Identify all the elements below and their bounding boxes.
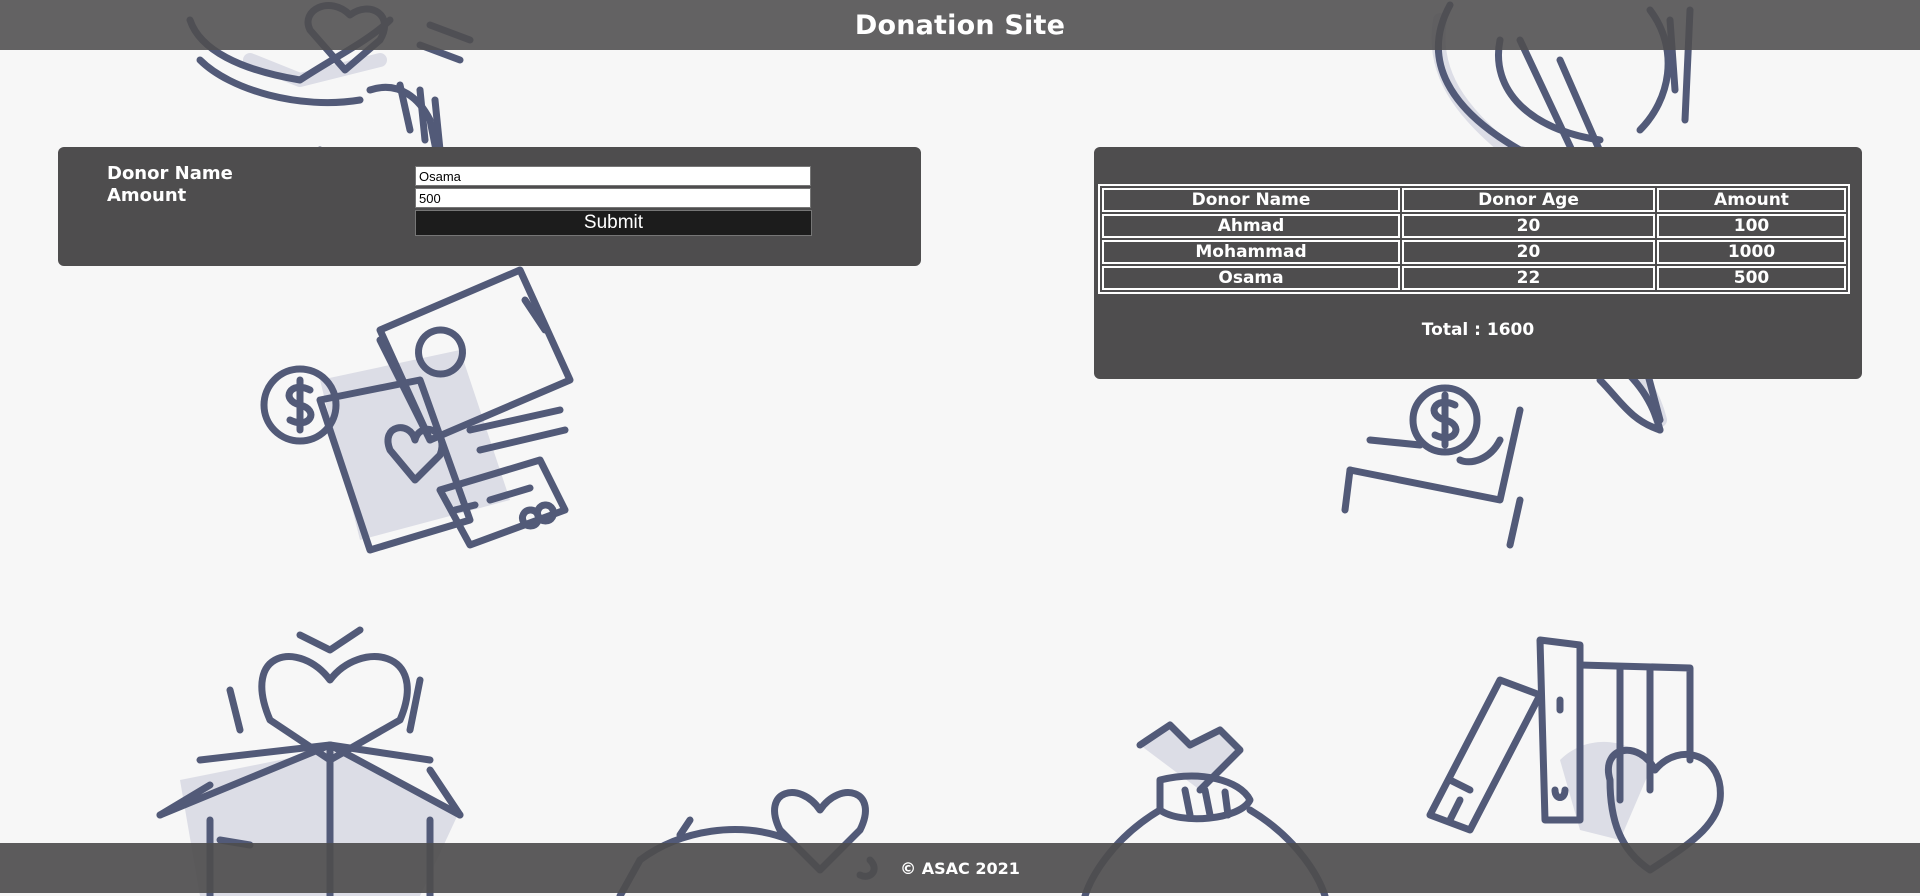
cell-amount: 100 <box>1657 214 1846 238</box>
site-title: Donation Site <box>854 9 1066 41</box>
books-heart-icon <box>1426 636 1724 874</box>
cell-donor-name: Osama <box>1102 266 1400 290</box>
copyright-text: © ASAC 2021 <box>900 858 1020 878</box>
donation-total: Total : 1600 <box>1421 320 1535 340</box>
donor-name-label: Donor Name <box>107 163 233 184</box>
submit-button[interactable]: Submit <box>415 210 812 236</box>
cell-donor-age: 20 <box>1402 214 1655 238</box>
donor-name-input[interactable] <box>415 166 811 186</box>
table-header-row: Donor Name Donor Age Amount <box>1102 188 1846 212</box>
cell-amount: 500 <box>1657 266 1846 290</box>
money-wallet-card-icon <box>260 266 574 554</box>
site-footer: © ASAC 2021 <box>0 843 1920 893</box>
table-row: Mohammad 20 1000 <box>1102 240 1846 264</box>
cell-donor-name: Mohammad <box>1102 240 1400 264</box>
cell-donor-age: 20 <box>1402 240 1655 264</box>
table-row: Osama 22 500 <box>1102 266 1846 290</box>
column-header-donor-name: Donor Name <box>1102 188 1400 212</box>
site-header: Donation Site <box>0 0 1920 50</box>
amount-label: Amount <box>107 185 187 206</box>
cell-donor-name: Ahmad <box>1102 214 1400 238</box>
donor-table: Donor Name Donor Age Amount Ahmad 20 100… <box>1098 184 1850 294</box>
table-row: Ahmad 20 100 <box>1102 214 1846 238</box>
cell-donor-age: 22 <box>1402 266 1655 290</box>
column-header-amount: Amount <box>1657 188 1846 212</box>
cell-amount: 1000 <box>1657 240 1846 264</box>
column-header-donor-age: Donor Age <box>1402 188 1655 212</box>
amount-input[interactable] <box>415 188 811 208</box>
background-illustrations <box>156 1 1724 896</box>
